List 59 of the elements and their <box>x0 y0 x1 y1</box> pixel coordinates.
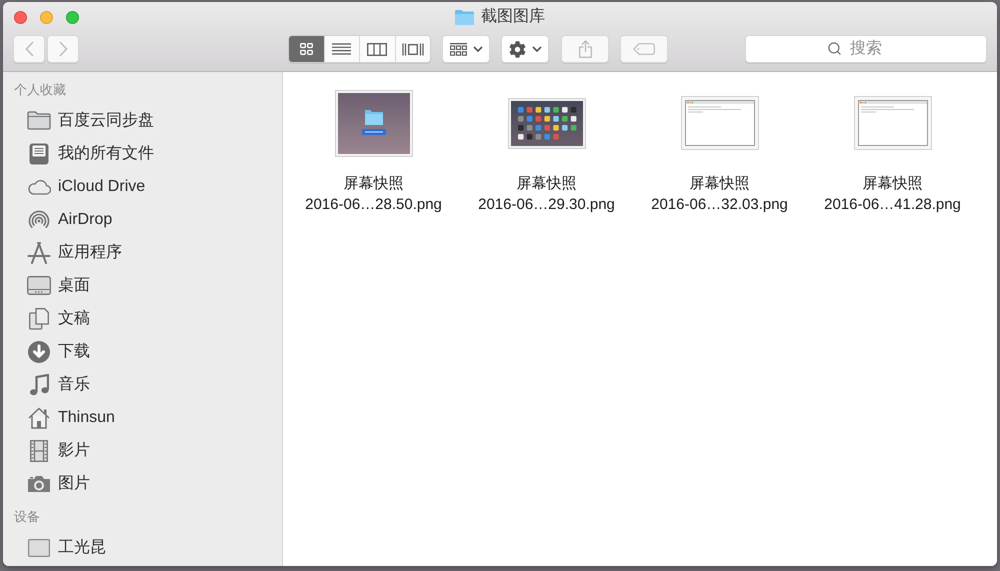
app-grid-screenshot-drawing[interactable] <box>508 98 586 148</box>
sidebar-item[interactable]: 百度云同步盘 <box>3 104 282 137</box>
sidebar-item[interactable]: 音乐 <box>3 368 282 401</box>
action-button[interactable] <box>501 35 549 63</box>
folder-icon <box>26 111 50 130</box>
sidebar-section-title: 设备 <box>14 508 40 526</box>
file-name[interactable]: 屏幕快照 2016-06…32.03.png <box>651 173 788 215</box>
airdrop-icon <box>28 210 50 230</box>
zoom-button[interactable] <box>66 10 79 24</box>
chevron-down-icon <box>532 46 542 52</box>
chevron-right-icon <box>58 41 68 57</box>
document-screenshot-drawing[interactable] <box>680 96 758 150</box>
icon-view-button[interactable] <box>289 36 324 62</box>
minimize-button[interactable] <box>40 10 53 24</box>
sidebar-item[interactable]: 图片 <box>3 467 282 500</box>
tag-icon <box>633 43 655 55</box>
chevron-left-icon <box>24 41 34 57</box>
sidebar-item[interactable]: 工光昆 <box>3 531 282 564</box>
window-title: 截图图库 <box>481 6 545 27</box>
file-tray-icon <box>28 142 48 164</box>
sidebar-item[interactable]: iCloud Drive <box>3 170 282 203</box>
sidebar-item[interactable]: 桌面 <box>3 269 282 302</box>
grid-icon <box>300 43 313 55</box>
chevron-down-icon <box>472 46 482 52</box>
cover-flow-button[interactable] <box>394 36 430 62</box>
list-icon <box>332 43 352 55</box>
arrange-grid-icon <box>450 42 466 56</box>
file-name[interactable]: 屏幕快照 2016-06…28.50.png <box>305 173 442 215</box>
sidebar-item[interactable]: 应用程序 <box>3 236 282 269</box>
share-icon <box>578 40 592 58</box>
desktop-icon <box>26 276 50 295</box>
camera-icon <box>26 474 50 492</box>
house-icon <box>28 406 50 428</box>
cover-flow-icon <box>402 42 424 56</box>
arrange-button[interactable] <box>442 35 490 63</box>
document-screenshot-drawing[interactable] <box>854 96 932 150</box>
sidebar-item[interactable]: 文稿 <box>3 302 282 335</box>
sidebar-item[interactable]: Thinsun <box>3 401 282 434</box>
computer-icon <box>28 538 50 556</box>
file-name[interactable]: 屏幕快照 2016-06…29.30.png <box>478 173 615 215</box>
sidebar-item[interactable]: AirDrop <box>3 203 282 236</box>
sidebar-section-title: 个人收藏 <box>14 81 66 100</box>
film-strip-icon <box>30 440 48 462</box>
cloud-icon <box>26 178 50 194</box>
sidebar-item[interactable]: 我的所有文件 <box>3 137 282 170</box>
search-icon <box>827 41 842 56</box>
applications-icon <box>26 242 50 264</box>
download-icon <box>28 340 50 362</box>
columns-icon <box>367 42 388 56</box>
gear-icon <box>508 40 526 58</box>
close-button[interactable] <box>14 10 27 24</box>
folder-screenshot-drawing[interactable] <box>334 90 412 156</box>
search-field[interactable]: 搜索 <box>745 35 987 63</box>
sidebar-item[interactable]: 影片 <box>3 434 282 467</box>
documents-icon <box>28 308 48 330</box>
sidebar-item[interactable]: 下载 <box>3 335 282 368</box>
music-note-icon <box>28 374 48 396</box>
folder-icon <box>455 10 474 24</box>
file-name[interactable]: 屏幕快照 2016-06…41.28.png <box>824 173 961 215</box>
